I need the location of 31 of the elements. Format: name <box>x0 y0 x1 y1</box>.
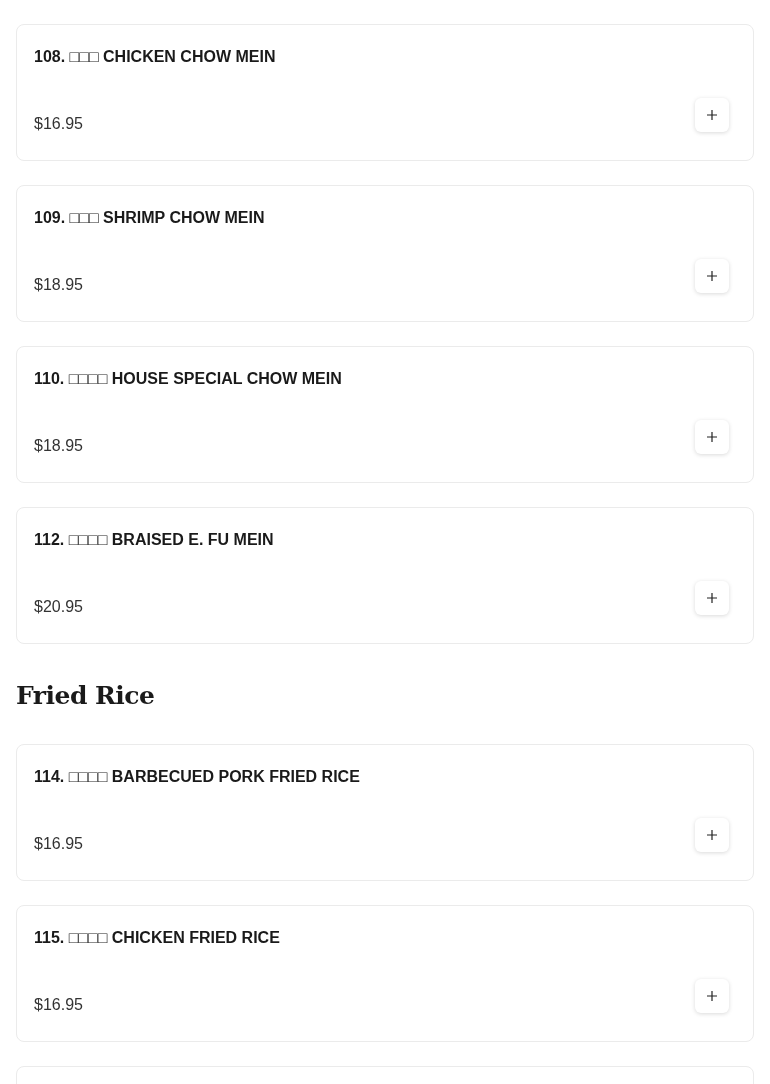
item-name: 108. □□□ CHICKEN CHOW MEIN <box>33 47 277 67</box>
plus-icon <box>707 593 717 603</box>
item-price: $18.95 <box>34 436 83 456</box>
plus-icon <box>707 110 717 120</box>
item-price: $16.95 <box>34 995 83 1015</box>
item-name: 112. □□□□ BRAISED E. FU MEIN <box>33 530 275 550</box>
add-button[interactable] <box>695 98 729 132</box>
item-price: $16.95 <box>34 834 83 854</box>
add-button[interactable] <box>695 818 729 852</box>
item-price: $18.95 <box>34 275 83 295</box>
plus-icon <box>707 830 717 840</box>
add-button[interactable] <box>695 979 729 1013</box>
add-button[interactable] <box>695 420 729 454</box>
menu-item-card[interactable]: 112. □□□□ BRAISED E. FU MEIN $20.95 <box>16 507 754 644</box>
menu-item-card[interactable]: 108. □□□ CHICKEN CHOW MEIN $16.95 <box>16 24 754 161</box>
item-price: $20.95 <box>34 597 83 617</box>
plus-icon <box>707 991 717 1001</box>
item-name: 109. □□□ SHRIMP CHOW MEIN <box>33 208 266 228</box>
item-name: 114. □□□□ BARBECUED PORK FRIED RICE <box>33 767 361 787</box>
menu-item-card[interactable]: 109. □□□ SHRIMP CHOW MEIN $18.95 <box>16 185 754 322</box>
item-name: 110. □□□□ HOUSE SPECIAL CHOW MEIN <box>33 369 343 389</box>
add-button[interactable] <box>695 581 729 615</box>
plus-icon <box>707 432 717 442</box>
add-button[interactable] <box>695 259 729 293</box>
menu-item-card[interactable]: 115. □□□□ CHICKEN FRIED RICE $16.95 <box>16 905 754 1042</box>
item-price: $16.95 <box>34 114 83 134</box>
menu-item-card[interactable]: 110. □□□□ HOUSE SPECIAL CHOW MEIN $18.95 <box>16 346 754 483</box>
plus-icon <box>707 271 717 281</box>
menu-item-card[interactable]: 114. □□□□ BARBECUED PORK FRIED RICE $16.95 <box>16 744 754 881</box>
item-name: 115. □□□□ CHICKEN FRIED RICE <box>33 928 281 948</box>
section-heading: Fried Rice <box>16 680 155 712</box>
